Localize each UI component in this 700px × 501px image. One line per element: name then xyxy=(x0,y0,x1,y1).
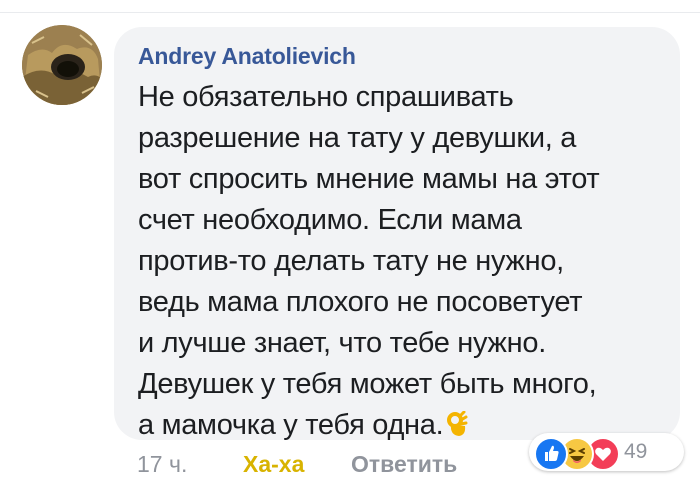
author-name[interactable]: Andrey Anatolievich xyxy=(138,43,356,70)
divider xyxy=(0,12,700,13)
comment-timestamp[interactable]: 17 ч. xyxy=(137,451,187,478)
comment-line-text: а мамочка у тебя одна. xyxy=(138,409,444,441)
like-icon xyxy=(534,437,568,471)
comment-line: и лучше знает, что тебе нужно. xyxy=(138,327,546,359)
comment-screen: Andrey Anatolievich Не обязательно спраш… xyxy=(0,0,700,501)
ok-hand-icon xyxy=(447,408,469,436)
comment-line: Не обязательно спрашивать xyxy=(138,81,514,113)
comment-line: разрешение на тату у девушки, а xyxy=(138,122,577,154)
avatar[interactable] xyxy=(22,25,102,105)
comment-line: Девушек у тебя может быть много, xyxy=(138,368,597,400)
comment-text: Не обязательно спрашивать разрешение на … xyxy=(138,77,678,446)
reply-button[interactable]: Ответить xyxy=(351,451,457,478)
comment-line: вот спросить мнение мамы на этот xyxy=(138,163,600,195)
haha-reaction-button[interactable]: Ха-ха xyxy=(243,451,304,478)
comment-line: счет необходимо. Если мама xyxy=(138,204,522,236)
comment-line: против-то делать тату не нужно, xyxy=(138,245,564,277)
reaction-count: 49 xyxy=(624,440,648,463)
avatar-image xyxy=(22,25,102,105)
comment-line: ведь мама плохого не посоветует xyxy=(138,286,583,318)
reactions-summary[interactable]: 49 xyxy=(529,433,684,471)
